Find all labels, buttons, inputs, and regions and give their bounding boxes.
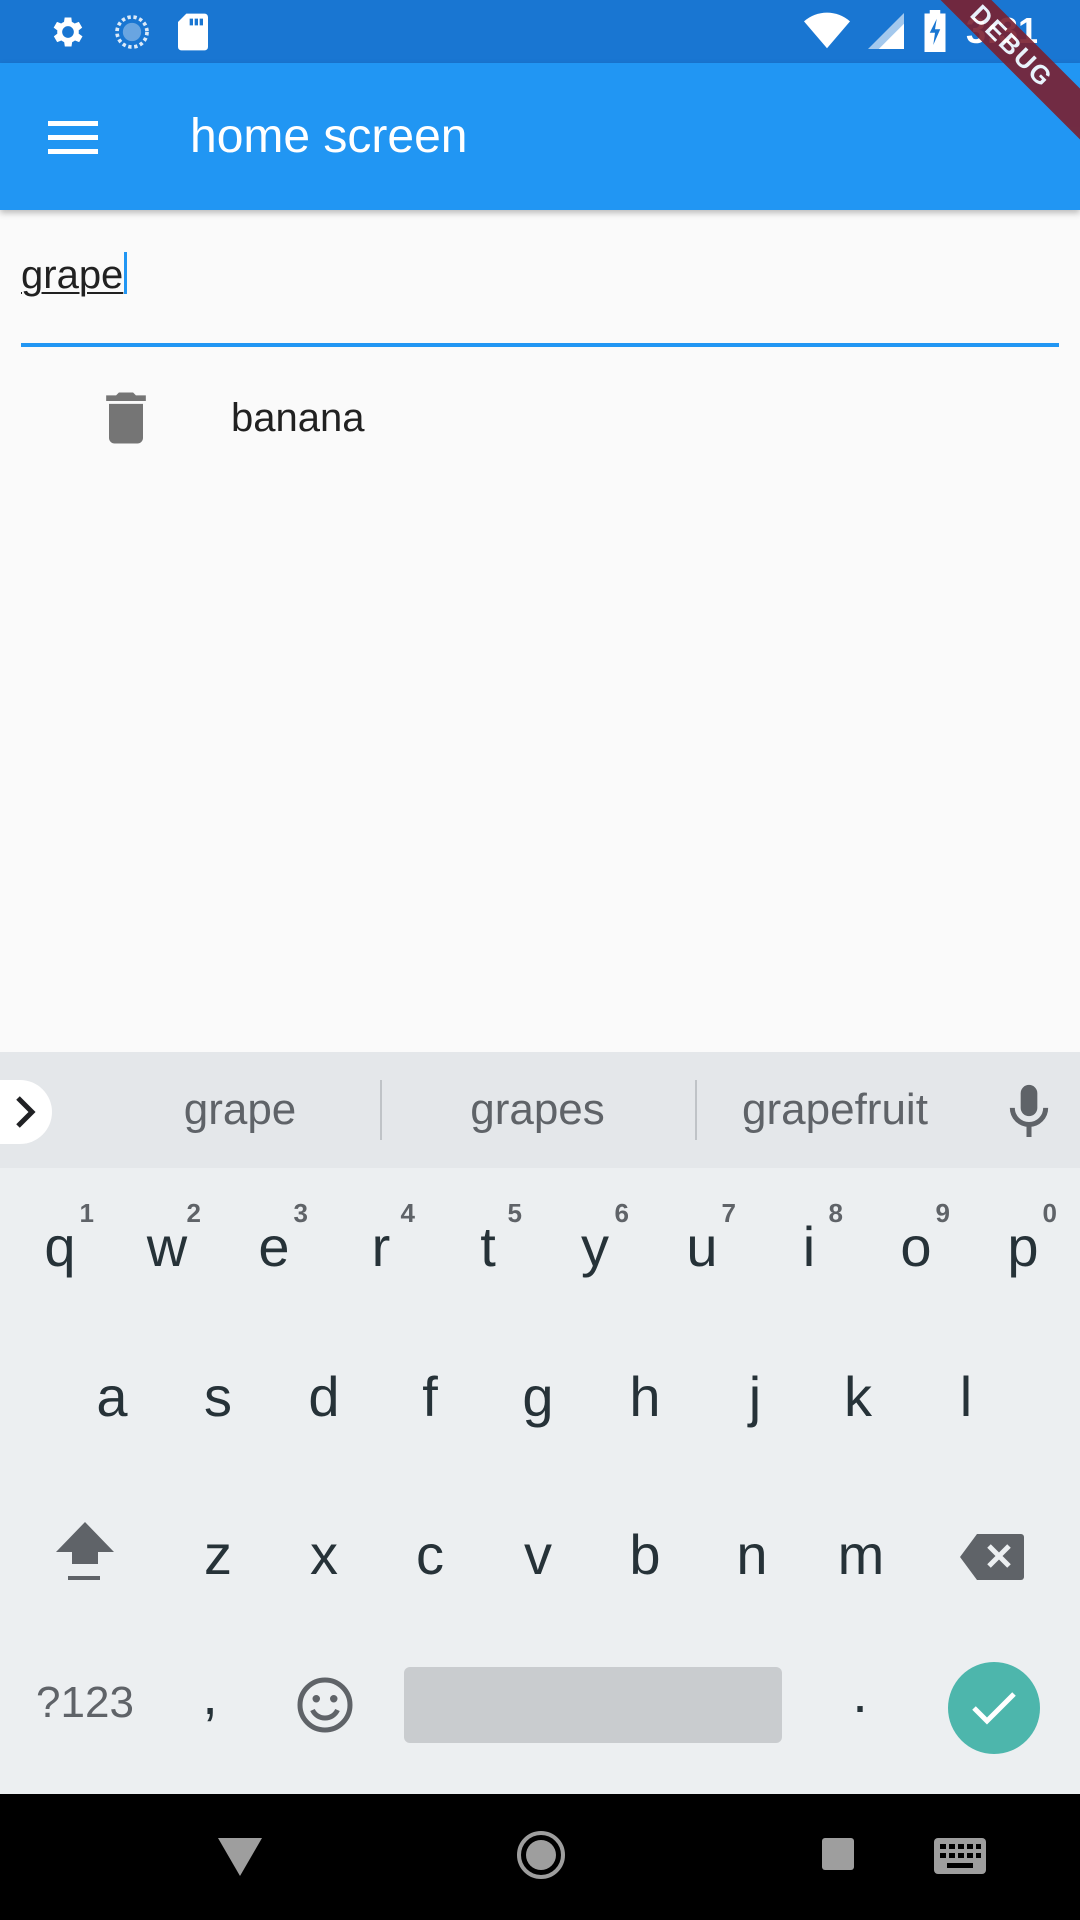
key-i[interactable]: i8 xyxy=(769,1198,849,1282)
key-a[interactable]: a xyxy=(72,1362,152,1432)
comma-key[interactable]: , xyxy=(180,1660,240,1730)
period-key[interactable]: . xyxy=(830,1658,890,1728)
expand-toolbar-button[interactable] xyxy=(0,1080,52,1144)
microphone-icon xyxy=(1009,1084,1049,1137)
suggestion-3[interactable]: grapefruit xyxy=(715,1082,955,1138)
key-v[interactable]: v xyxy=(498,1520,578,1590)
backspace-icon xyxy=(960,1534,1024,1580)
key-l[interactable]: l xyxy=(926,1362,1006,1432)
key-label: u xyxy=(686,1215,718,1278)
checkmark-icon xyxy=(972,1692,1016,1725)
navigation-bar xyxy=(0,1794,1080,1920)
key-k[interactable]: k xyxy=(818,1362,898,1432)
search-input[interactable]: grape xyxy=(21,245,1059,347)
suggestion-bar: grape grapes grapefruit xyxy=(0,1052,1080,1168)
key-label: e xyxy=(258,1215,290,1278)
key-d[interactable]: d xyxy=(284,1362,364,1432)
list-item-label: banana xyxy=(231,396,365,440)
key-hint: 2 xyxy=(186,1198,201,1228)
key-w[interactable]: w2 xyxy=(127,1198,207,1282)
menu-button[interactable] xyxy=(40,113,106,163)
hamburger-menu-icon xyxy=(48,121,98,154)
input-underline xyxy=(21,343,1059,347)
key-g[interactable]: g xyxy=(498,1362,578,1432)
key-u[interactable]: u7 xyxy=(662,1198,742,1282)
emoji-key[interactable] xyxy=(290,1670,360,1740)
signal-icon xyxy=(867,13,904,49)
key-hint: 5 xyxy=(507,1198,522,1228)
home-icon xyxy=(517,1831,565,1879)
soft-keyboard: grape grapes grapefruit q1 w2 e3 r4 t5 y… xyxy=(0,1052,1080,1794)
suggestion-2[interactable]: grapes xyxy=(420,1082,655,1138)
key-q[interactable]: q1 xyxy=(20,1198,100,1282)
list-item: banana xyxy=(0,370,1080,466)
key-hint: 0 xyxy=(1042,1198,1057,1228)
space-key[interactable] xyxy=(404,1667,782,1743)
key-y[interactable]: y6 xyxy=(555,1198,635,1282)
voice-input-button[interactable] xyxy=(1004,1082,1054,1142)
chevron-right-icon xyxy=(16,1096,36,1128)
recents-button[interactable] xyxy=(820,1836,856,1872)
key-z[interactable]: z xyxy=(178,1520,258,1590)
symbols-key[interactable]: ?123 xyxy=(22,1668,148,1738)
battery-charging-icon xyxy=(924,10,946,52)
delete-button[interactable] xyxy=(92,384,160,452)
key-h[interactable]: h xyxy=(605,1362,685,1432)
key-b[interactable]: b xyxy=(605,1520,685,1590)
key-t[interactable]: t5 xyxy=(448,1198,528,1282)
back-icon xyxy=(218,1838,262,1876)
keyboard-icon xyxy=(934,1838,986,1874)
key-j[interactable]: j xyxy=(715,1362,795,1432)
key-label: r xyxy=(371,1215,391,1278)
suggestion-1[interactable]: grape xyxy=(140,1082,340,1138)
key-m[interactable]: m xyxy=(818,1520,904,1590)
status-bar: 3:31 xyxy=(0,0,1080,63)
backspace-key[interactable] xyxy=(952,1526,1032,1586)
search-input-value: grape xyxy=(21,253,124,297)
suggestion-divider xyxy=(380,1080,382,1140)
key-s[interactable]: s xyxy=(178,1362,258,1432)
recents-icon xyxy=(822,1838,854,1870)
emoji-icon xyxy=(297,1677,353,1733)
key-label: w xyxy=(146,1215,188,1278)
key-o[interactable]: o9 xyxy=(876,1198,956,1282)
page-title: home screen xyxy=(190,110,468,163)
key-label: q xyxy=(44,1215,76,1278)
key-n[interactable]: n xyxy=(712,1520,792,1590)
sd-card-icon xyxy=(178,13,208,51)
key-label: i xyxy=(802,1215,816,1278)
key-r[interactable]: r4 xyxy=(341,1198,421,1282)
wifi-icon xyxy=(803,12,850,49)
keyboard-switch-button[interactable] xyxy=(934,1836,986,1876)
gear-icon xyxy=(53,17,83,47)
key-c[interactable]: c xyxy=(390,1520,470,1590)
key-label: y xyxy=(581,1215,609,1278)
key-hint: 3 xyxy=(293,1198,308,1228)
app-bar: home screen xyxy=(0,63,1080,210)
sync-icon xyxy=(115,15,149,49)
key-hint: 6 xyxy=(614,1198,629,1228)
key-hint: 1 xyxy=(79,1198,94,1228)
key-hint: 8 xyxy=(828,1198,843,1228)
key-hint: 7 xyxy=(721,1198,736,1228)
key-label: t xyxy=(480,1215,496,1278)
enter-key[interactable] xyxy=(948,1662,1040,1754)
key-label: o xyxy=(900,1215,932,1278)
key-hint: 9 xyxy=(935,1198,950,1228)
trash-icon xyxy=(106,392,146,444)
key-f[interactable]: f xyxy=(390,1362,470,1432)
text-cursor xyxy=(124,252,128,294)
key-e[interactable]: e3 xyxy=(234,1198,314,1282)
back-button[interactable] xyxy=(214,1832,266,1880)
key-p[interactable]: p0 xyxy=(983,1198,1063,1282)
shift-icon xyxy=(56,1522,114,1580)
key-label: p xyxy=(1007,1215,1039,1278)
key-hint: 4 xyxy=(400,1198,415,1228)
suggestion-divider xyxy=(695,1080,697,1140)
home-button[interactable] xyxy=(514,1828,568,1882)
shift-key[interactable] xyxy=(42,1512,128,1592)
key-x[interactable]: x xyxy=(284,1520,364,1590)
